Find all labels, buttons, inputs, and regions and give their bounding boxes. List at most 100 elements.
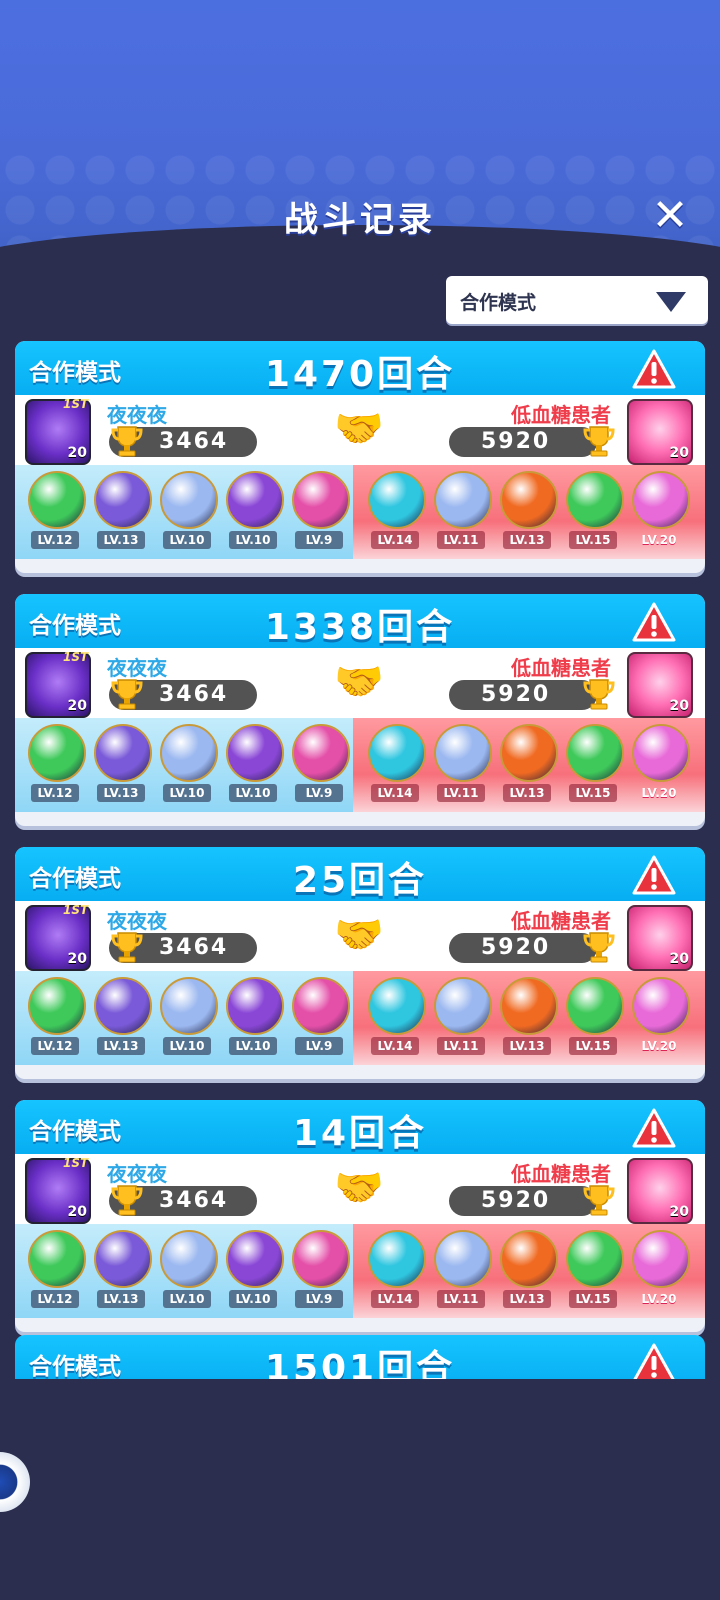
deck-unit[interactable]: LV.11 <box>429 1230 493 1316</box>
battle-record-card[interactable]: 合作模式 1501回合 <box>15 1335 705 1379</box>
deck-unit[interactable]: LV.12 <box>23 724 87 810</box>
deck-unit[interactable]: LV.13 <box>89 977 153 1063</box>
partner-avatar[interactable]: 20 <box>627 905 693 971</box>
unit-level: LV.9 <box>295 1290 343 1308</box>
deck-unit[interactable]: LV.10 <box>155 1230 219 1316</box>
unit-orb-icon <box>28 977 86 1035</box>
deck-unit[interactable]: LV.15 <box>561 724 625 810</box>
deck-unit[interactable]: LV.13 <box>89 471 153 557</box>
mode-dropdown[interactable]: 合作模式 <box>446 276 708 324</box>
player-avatar[interactable]: 1ST 20 <box>25 903 91 971</box>
deck-unit[interactable]: LV.15 <box>561 1230 625 1316</box>
unit-level: LV.12 <box>31 1037 79 1055</box>
deck-unit[interactable]: LV.10 <box>155 471 219 557</box>
unit-orb-icon <box>566 724 624 782</box>
warning-icon[interactable] <box>632 602 676 642</box>
trophy-count: 5920 <box>481 935 551 960</box>
deck-unit[interactable]: LV.10 <box>221 1230 285 1316</box>
partner-avatar[interactable]: 20 <box>627 399 693 465</box>
trophy-count: 5920 <box>481 682 551 707</box>
partner-avatar[interactable]: 20 <box>627 652 693 718</box>
deck-unit[interactable]: LV.14 <box>363 977 427 1063</box>
trophy-icon <box>581 423 617 459</box>
deck-unit[interactable]: LV.9 <box>287 724 351 810</box>
player-avatar[interactable]: 1ST 20 <box>25 397 91 465</box>
deck-unit[interactable]: LV.10 <box>155 977 219 1063</box>
unit-orb-icon <box>292 724 350 782</box>
warning-icon[interactable] <box>632 349 676 389</box>
unit-level: LV.13 <box>97 1290 145 1308</box>
deck-unit[interactable]: LV.12 <box>23 977 87 1063</box>
unit-level: LV.13 <box>97 784 145 802</box>
deck-unit[interactable]: LV.14 <box>363 724 427 810</box>
warning-icon[interactable] <box>632 1108 676 1148</box>
trophy-count: 3464 <box>159 429 229 454</box>
floating-menu-icon[interactable] <box>0 1452 30 1512</box>
unit-level: LV.9 <box>295 1037 343 1055</box>
unit-level: LV.11 <box>437 784 485 802</box>
player-level: 20 <box>67 1204 87 1220</box>
deck-unit[interactable]: LV.11 <box>429 977 493 1063</box>
deck-unit[interactable]: LV.20 <box>627 1230 691 1316</box>
record-rounds: 25回合 <box>292 860 428 901</box>
record-rounds: 14回合 <box>292 1113 428 1154</box>
warning-icon[interactable] <box>632 1343 676 1379</box>
deck-unit[interactable]: LV.15 <box>561 977 625 1063</box>
deck-unit[interactable]: LV.13 <box>495 471 559 557</box>
deck-unit[interactable]: LV.12 <box>23 1230 87 1316</box>
unit-level: LV.20 <box>641 1292 677 1306</box>
deck-row: LV.12 LV.13 LV.10 LV.10 LV.9 LV.14 LV.11 LV.13 L… <box>15 465 705 559</box>
deck-unit[interactable]: LV.20 <box>627 977 691 1063</box>
battle-record-card[interactable]: 合作模式 25回合 1ST 20 夜夜夜 3464 🤝 低血糖患者 5920 20 LV.12 LV.… <box>15 847 705 1079</box>
unit-level: LV.10 <box>163 1290 211 1308</box>
deck-unit[interactable]: LV.11 <box>429 724 493 810</box>
deck-unit[interactable]: LV.13 <box>495 1230 559 1316</box>
deck-unit[interactable]: LV.14 <box>363 1230 427 1316</box>
deck-unit[interactable]: LV.13 <box>89 1230 153 1316</box>
deck-unit[interactable]: LV.12 <box>23 471 87 557</box>
deck-unit[interactable]: LV.20 <box>627 724 691 810</box>
trophy-count: 3464 <box>159 682 229 707</box>
deck-unit[interactable]: LV.13 <box>495 977 559 1063</box>
unit-orb-icon <box>94 1230 152 1288</box>
deck-unit[interactable]: LV.10 <box>221 724 285 810</box>
deck-unit[interactable]: LV.15 <box>561 471 625 557</box>
deck-unit[interactable]: LV.10 <box>155 724 219 810</box>
deck-unit[interactable]: LV.10 <box>221 471 285 557</box>
deck-unit[interactable]: LV.9 <box>287 471 351 557</box>
deck-unit[interactable]: LV.14 <box>363 471 427 557</box>
unit-level: LV.13 <box>97 1037 145 1055</box>
unit-level: LV.20 <box>641 786 677 800</box>
player-level: 20 <box>669 698 689 714</box>
trophy-pill: 5920 <box>449 1186 597 1216</box>
battle-record-card[interactable]: 合作模式 14回合 1ST 20 夜夜夜 3464 🤝 低血糖患者 5920 20 LV.12 LV.… <box>15 1100 705 1332</box>
player-level: 20 <box>669 951 689 967</box>
trophy-icon <box>109 929 145 965</box>
deck-unit[interactable]: LV.10 <box>221 977 285 1063</box>
unit-orb-icon <box>632 1230 690 1288</box>
unit-orb-icon <box>94 977 152 1035</box>
unit-level: LV.10 <box>229 1290 277 1308</box>
unit-level: LV.14 <box>371 784 419 802</box>
unit-orb-icon <box>292 977 350 1035</box>
deck-unit[interactable]: LV.13 <box>495 724 559 810</box>
deck-unit[interactable]: LV.9 <box>287 977 351 1063</box>
unit-orb-icon <box>500 1230 558 1288</box>
battle-record-card[interactable]: 合作模式 1470回合 1ST 20 夜夜夜 3464 🤝 低血糖患者 5920 20 LV.12 L… <box>15 341 705 573</box>
player-avatar[interactable]: 1ST 20 <box>25 1156 91 1224</box>
deck-unit[interactable]: LV.20 <box>627 471 691 557</box>
unit-orb-icon <box>368 977 426 1035</box>
close-icon[interactable]: ✕ <box>650 194 690 238</box>
unit-level: LV.12 <box>31 531 79 549</box>
trophy-icon <box>109 676 145 712</box>
deck-unit[interactable]: LV.9 <box>287 1230 351 1316</box>
warning-icon[interactable] <box>632 855 676 895</box>
deck-unit[interactable]: LV.13 <box>89 724 153 810</box>
partner-avatar[interactable]: 20 <box>627 1158 693 1224</box>
deck-unit[interactable]: LV.11 <box>429 471 493 557</box>
trophy-count: 5920 <box>481 429 551 454</box>
battle-record-card[interactable]: 合作模式 1338回合 1ST 20 夜夜夜 3464 🤝 低血糖患者 5920 20 LV.12 L… <box>15 594 705 826</box>
player-avatar[interactable]: 1ST 20 <box>25 650 91 718</box>
record-rounds: 1338回合 <box>264 607 456 648</box>
unit-level: LV.9 <box>295 784 343 802</box>
